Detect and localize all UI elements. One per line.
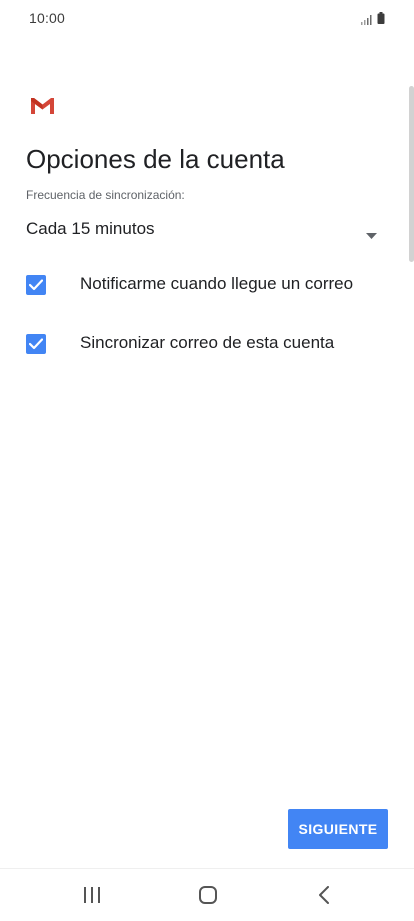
battery-icon <box>377 11 385 24</box>
sync-frequency-value: Cada 15 minutos <box>26 219 155 238</box>
option-sync-mail[interactable]: Sincronizar correo de esta cuenta <box>26 325 386 361</box>
dropdown-arrow-icon <box>366 226 377 239</box>
status-time: 10:00 <box>29 10 66 26</box>
home-button[interactable] <box>178 869 238 921</box>
notify-checkbox[interactable] <box>26 275 46 295</box>
scrollbar[interactable] <box>409 86 414 262</box>
status-bar: 10:00 <box>0 0 414 36</box>
notify-label: Notificarme cuando llegue un correo <box>80 274 354 293</box>
recents-button[interactable] <box>62 869 122 921</box>
sync-checkbox[interactable] <box>26 334 46 354</box>
option-notify-new-mail[interactable]: Notificarme cuando llegue un correo <box>26 266 386 302</box>
navigation-bar <box>0 868 414 921</box>
back-button[interactable] <box>294 869 354 921</box>
gmail-logo-icon <box>29 96 56 116</box>
sync-label: Sincronizar correo de esta cuenta <box>80 333 335 352</box>
signal-icon <box>361 12 372 25</box>
sync-frequency-label: Frecuencia de sincronización: <box>26 188 185 202</box>
next-button[interactable]: SIGUIENTE <box>288 809 388 849</box>
sync-frequency-select[interactable]: Cada 15 minutos <box>26 212 382 246</box>
page-title: Opciones de la cuenta <box>26 144 285 174</box>
